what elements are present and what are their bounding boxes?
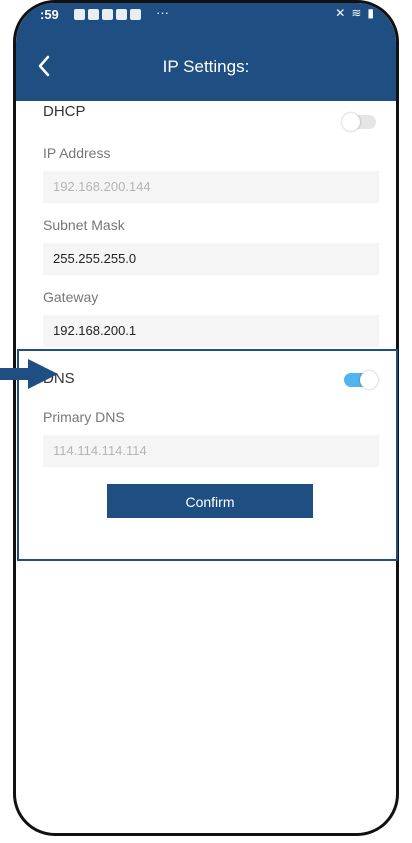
confirm-button[interactable]: Confirm [107, 484, 313, 518]
subnet-mask-label: Subnet Mask [43, 217, 125, 233]
page-title: IP Settings: [162, 57, 250, 76]
nav-bar: IP Settings: [16, 43, 396, 95]
status-bar: :59 ··· ✕ ≋ ▮ [16, 3, 396, 27]
notification-icon [74, 9, 85, 20]
notification-icons [74, 9, 141, 20]
more-notifications-icon: ··· [156, 5, 169, 20]
dhcp-toggle[interactable] [342, 113, 376, 131]
ip-address-label: IP Address [43, 145, 111, 161]
battery-icon: ▮ [367, 6, 374, 20]
wifi-icon: ≋ [351, 6, 362, 20]
dns-highlight-box [17, 349, 398, 561]
status-time: :59 [40, 7, 59, 22]
notification-icon [102, 9, 113, 20]
ip-address-value: 192.168.200.144 [53, 179, 151, 194]
notification-icon [130, 9, 141, 20]
app-header: :59 ··· ✕ ≋ ▮ IP Settings: [16, 3, 396, 101]
gateway-field[interactable]: 192.168.200.1 [43, 315, 379, 347]
notification-icon [88, 9, 99, 20]
pointer-arrow-icon [0, 359, 58, 389]
subnet-mask-value: 255.255.255.0 [53, 251, 137, 266]
gateway-label: Gateway [43, 289, 99, 305]
mute-icon: ✕ [335, 6, 346, 20]
status-icons: ✕ ≋ ▮ [335, 6, 374, 20]
gateway-value: 192.168.200.1 [53, 323, 137, 338]
subnet-mask-field[interactable]: 255.255.255.0 [43, 243, 379, 275]
ip-address-field[interactable]: 192.168.200.144 [43, 171, 379, 203]
dhcp-label: DHCP [43, 103, 86, 120]
notification-icon [116, 9, 127, 20]
